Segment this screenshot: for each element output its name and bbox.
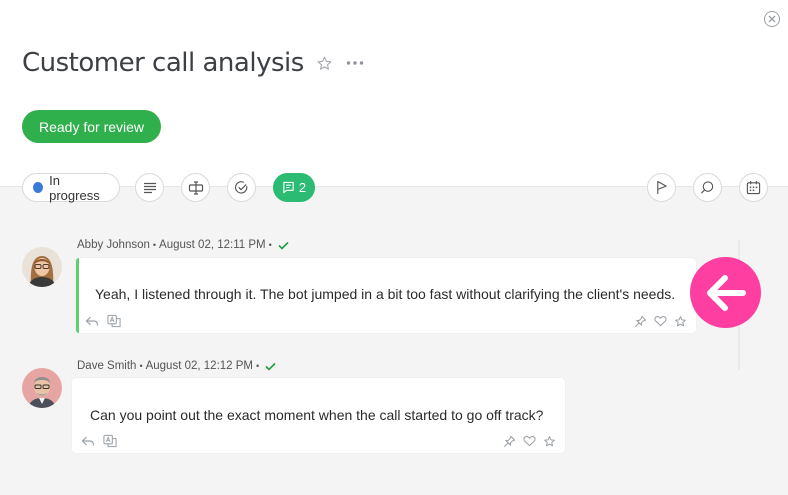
calendar-icon	[746, 180, 761, 195]
favorite-button[interactable]	[316, 54, 334, 72]
more-icon	[346, 61, 363, 65]
reply-icon	[85, 316, 99, 326]
message-time: August 02, 12:11 PM	[159, 239, 266, 251]
translate-icon	[103, 434, 117, 448]
calendar-button[interactable]	[739, 173, 768, 202]
close-button[interactable]	[764, 11, 780, 27]
description-button[interactable]	[135, 173, 164, 202]
state-label: In progress	[49, 172, 100, 203]
reply-icon	[81, 436, 95, 446]
reply-button[interactable]	[81, 434, 95, 448]
highlight-arrow-button[interactable]	[690, 257, 761, 328]
avatar-image	[22, 247, 62, 287]
read-check-icon	[278, 241, 289, 250]
reply-button[interactable]	[85, 314, 99, 328]
star-button[interactable]	[673, 314, 687, 328]
like-button[interactable]	[522, 434, 536, 448]
message-text: Can you point out the exact moment when …	[90, 407, 544, 423]
more-options-button[interactable]	[346, 54, 364, 72]
search-button[interactable]	[693, 173, 722, 202]
separator: •	[268, 240, 272, 250]
close-icon	[768, 15, 776, 23]
star-icon	[317, 56, 332, 70]
state-selector[interactable]: In progress	[22, 172, 120, 203]
heart-icon	[522, 436, 536, 447]
translate-button[interactable]	[103, 434, 117, 448]
separator: •	[256, 361, 260, 371]
star-button[interactable]	[542, 434, 556, 448]
comment-count: 2	[298, 180, 307, 195]
pin-button[interactable]	[502, 434, 516, 448]
star-icon	[674, 315, 686, 326]
star-icon	[543, 435, 555, 446]
author-name: Abby Johnson	[77, 239, 150, 251]
search-icon	[700, 181, 714, 194]
comments-button[interactable]: 2	[273, 173, 315, 202]
message-bubble: Can you point out the exact moment when …	[72, 378, 565, 453]
translate-icon	[107, 314, 121, 328]
separator: •	[152, 240, 157, 250]
checklist-button[interactable]	[227, 173, 256, 202]
custom-fields-button[interactable]	[181, 173, 210, 202]
pin-icon	[634, 315, 646, 327]
message-meta: Abby Johnson • August 02, 12:11 PM •	[77, 239, 289, 251]
avatar-image	[22, 368, 62, 408]
comments-icon	[283, 181, 294, 194]
translate-button[interactable]	[107, 314, 121, 328]
message-meta: Dave Smith • August 02, 12:12 PM •	[77, 360, 276, 372]
custom-fields-icon	[188, 180, 203, 195]
flag-button[interactable]	[647, 173, 676, 202]
pin-button[interactable]	[633, 314, 647, 328]
separator: •	[139, 361, 143, 371]
state-dot	[33, 182, 44, 193]
description-icon	[143, 182, 156, 193]
header: Customer call analysis	[22, 48, 364, 78]
pin-icon	[503, 435, 515, 447]
message-time: August 02, 12:12 PM	[145, 360, 253, 372]
avatar[interactable]	[22, 368, 62, 408]
like-button[interactable]	[653, 314, 667, 328]
status-button[interactable]: Ready for review	[22, 110, 162, 143]
highlight-bar	[76, 258, 79, 333]
avatar[interactable]	[22, 247, 62, 287]
message-text: Yeah, I listened through it. The bot jum…	[95, 286, 676, 302]
heart-icon	[653, 316, 667, 327]
page-title: Customer call analysis	[22, 48, 304, 78]
read-check-icon	[265, 362, 276, 371]
checklist-icon	[235, 181, 248, 194]
arrow-left-icon	[706, 274, 746, 311]
author-name: Dave Smith	[77, 360, 137, 372]
message-bubble: Yeah, I listened through it. The bot jum…	[76, 258, 696, 333]
flag-icon	[657, 180, 667, 194]
